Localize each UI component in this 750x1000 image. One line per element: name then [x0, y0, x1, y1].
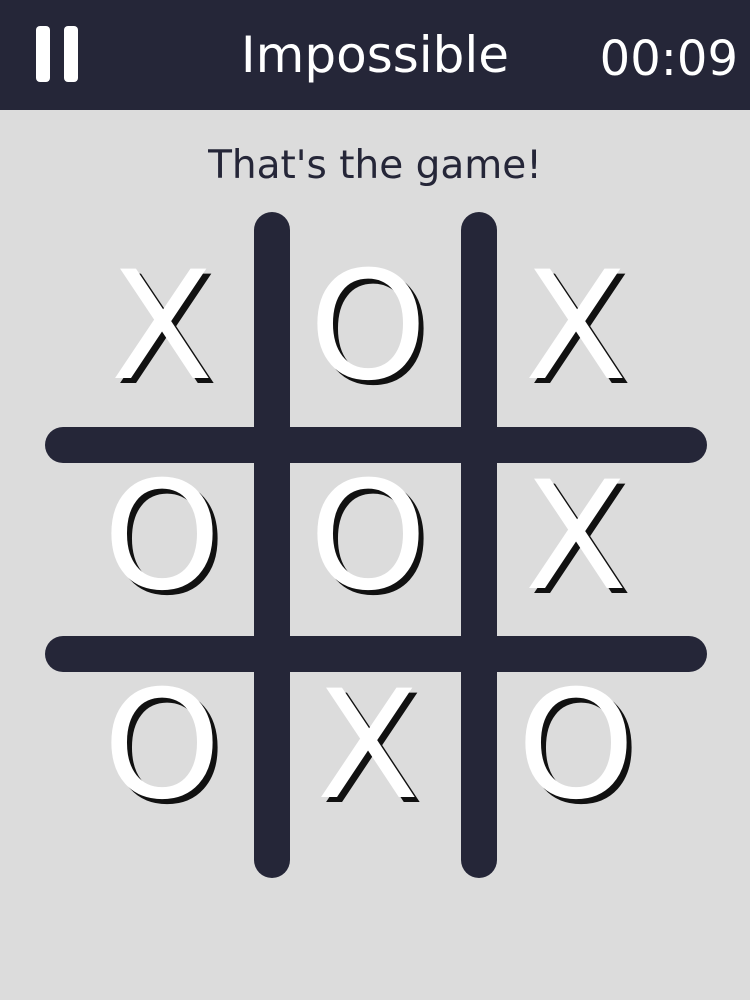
board-cell-9[interactable]: O [473, 645, 679, 851]
cell-mark: X [524, 450, 628, 624]
board-cell-6[interactable]: X [473, 436, 679, 642]
board-cell-5[interactable]: O [265, 436, 471, 642]
top-bar: Impossible 00:09 [0, 0, 750, 110]
board-cell-4[interactable]: O [59, 436, 265, 642]
cell-mark: O [308, 450, 428, 624]
game-status-message: That's the game! [208, 143, 542, 188]
board-cell-1[interactable]: X [59, 226, 265, 432]
cell-mark: O [308, 240, 428, 414]
game-screen: Impossible 00:09 That's the game! X O X … [0, 0, 750, 1000]
cell-mark: X [110, 240, 214, 414]
board-cell-2[interactable]: O [265, 226, 471, 432]
board-cell-7[interactable]: O [59, 645, 265, 851]
board-cell-8[interactable]: X [265, 645, 471, 851]
board-cell-3[interactable]: X [473, 226, 679, 432]
cell-mark: X [524, 240, 628, 414]
cell-mark: X [316, 659, 420, 833]
game-timer: 00:09 [599, 31, 738, 87]
cell-mark: O [102, 450, 222, 624]
cell-mark: O [516, 659, 636, 833]
tic-tac-toe-board: X O X O O X O X O [45, 212, 707, 878]
cell-mark: O [102, 659, 222, 833]
